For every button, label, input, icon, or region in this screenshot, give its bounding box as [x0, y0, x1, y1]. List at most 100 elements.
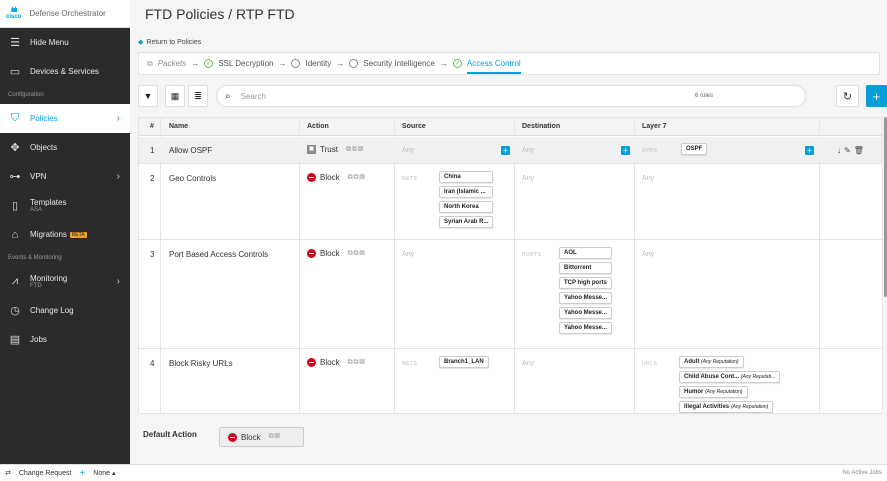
return-link[interactable]: ◆ Return to Policies	[138, 38, 201, 46]
objects-icon: ✥	[10, 142, 20, 154]
change-request-select[interactable]: None ▴	[93, 469, 115, 477]
port-tag[interactable]: AOL	[559, 247, 613, 259]
source-tag[interactable]: China	[439, 171, 494, 183]
trust-icon: ▣	[307, 145, 316, 154]
default-action-label: Default Action	[143, 430, 197, 439]
source-tag[interactable]: Syrian Arab R...	[439, 216, 494, 228]
clock-icon: ◷	[10, 305, 20, 317]
port-tag[interactable]: Yahoo Messe...	[559, 307, 613, 319]
change-request-icon: ⇄	[5, 470, 11, 477]
step-packets[interactable]: Packets	[158, 59, 186, 68]
page-title: FTD Policies / RTP FTD	[145, 6, 295, 22]
action-options-icon[interactable]: ⧉⧉▤	[346, 146, 364, 154]
url-tag[interactable]: Humor (Any Reputation)	[679, 386, 748, 398]
app-tag[interactable]: OSPF	[681, 143, 708, 155]
sidebar-item-vpn[interactable]: ⊶ VPN ›	[0, 162, 130, 191]
sidebar-item-change-log[interactable]: ◷ Change Log	[0, 296, 130, 325]
source-tag[interactable]: Iran (Islamic ...	[439, 186, 494, 198]
block-icon	[307, 173, 316, 182]
sidebar-item-devices[interactable]: ▭ Devices & Services	[0, 57, 130, 86]
chevron-right-icon: ›	[116, 276, 120, 287]
footer-bar: ⇄ Change Request + None ▴ No Active Jobs	[0, 464, 887, 481]
check-icon: ✓	[452, 59, 462, 68]
default-action-button[interactable]: Block ⧉▤	[219, 427, 304, 447]
step-security-intelligence[interactable]: Security Intelligence	[363, 59, 435, 68]
row-actions[interactable]: ↓✎🗑	[837, 146, 867, 155]
packets-icon: ⧉	[147, 58, 153, 68]
sidebar-item-monitoring[interactable]: ⩘ Monitoring FTD ›	[0, 267, 130, 296]
table-row[interactable]: 2 Geo Controls Block ⧉⧉▤ NETS China Iran …	[139, 165, 882, 240]
sidebar-item-templates[interactable]: ▯ Templates ASA	[0, 191, 130, 220]
rule-count: 6 rules	[695, 93, 714, 99]
refresh-button[interactable]: ↻	[836, 85, 859, 107]
table-row[interactable]: 1 Allow OSPF ▣ Trust ⧉⧉▤ Any + Any + APPS …	[139, 137, 882, 164]
section-configuration: Configuration	[8, 92, 44, 98]
action-options-icon[interactable]: ⧉▤	[269, 433, 281, 441]
action-options-icon[interactable]: ⧉⧉▤	[348, 250, 366, 258]
jobs-status: No Active Jobs	[842, 470, 882, 476]
grid-icon: ▦	[170, 90, 180, 101]
brand[interactable]: ılıılı cisco Defense Orchestrator	[0, 0, 130, 28]
port-tag[interactable]: Yahoo Messe...	[559, 292, 613, 304]
plus-icon: +	[872, 88, 881, 104]
sidebar-item-jobs[interactable]: ▤ Jobs	[0, 325, 130, 354]
rules-table: # Name Action Source Destination Layer 7…	[138, 117, 883, 414]
search-input[interactable]: ⌕ Search	[216, 85, 806, 107]
add-change-request-button[interactable]: +	[79, 468, 85, 479]
step-access-control[interactable]: Access Control	[466, 53, 521, 74]
grid-view-button[interactable]: ▦	[165, 85, 185, 107]
action-options-icon[interactable]: ⧉⧉▤	[348, 174, 366, 182]
main-content: FTD Policies / RTP FTD ◆ Return to Polici…	[130, 0, 887, 464]
step-ssl[interactable]: SSL Decryption	[218, 59, 273, 68]
pulse-icon: ⩘	[11, 275, 19, 287]
change-request-label[interactable]: Change Request	[19, 470, 72, 477]
port-tag[interactable]: Yahoo Messe...	[559, 322, 613, 334]
app-name: Defense Orchestrator	[29, 9, 106, 18]
sidebar-item-objects[interactable]: ✥ Objects	[0, 133, 130, 162]
template-icon: ▯	[11, 200, 19, 212]
sidebar-item-migrations[interactable]: ⌂ Migrations BETA	[0, 220, 130, 249]
add-destination-button[interactable]: +	[621, 146, 630, 155]
list-icon: ≣	[194, 90, 202, 101]
url-tag[interactable]: Illegal Activities (Any Reputation)	[679, 401, 774, 413]
hide-menu-button[interactable]: ☰ Hide Menu	[0, 28, 130, 57]
port-tag[interactable]: Bittorrent	[559, 262, 613, 274]
devices-icon: ▭	[9, 66, 21, 78]
hamburger-icon: ☰	[10, 37, 20, 49]
block-icon	[307, 249, 316, 258]
list-view-button[interactable]: ≣	[188, 85, 208, 107]
bank-icon: ⌂	[11, 228, 19, 241]
shield-icon: ⛉	[10, 112, 20, 124]
filter-button[interactable]: ▼	[138, 85, 158, 107]
add-layer7-button[interactable]: +	[805, 146, 814, 155]
source-tag[interactable]: North Korea	[439, 201, 494, 213]
sidebar: ılıılı cisco Defense Orchestrator ☰ Hide M…	[0, 0, 130, 464]
table-row[interactable]: 4 Block Risky URLs Block ⧉⧉▤ NETS Branch1…	[139, 350, 882, 413]
url-tag[interactable]: Adult (Any Reputation)	[679, 356, 744, 368]
policy-steps: ⧉ Packets → ✓ SSL Decryption → Identity …	[138, 52, 880, 75]
search-icon: ⌕	[225, 90, 231, 102]
step-identity[interactable]: Identity	[305, 59, 331, 68]
radio-icon	[291, 59, 301, 68]
cisco-logo: ılıılı cisco	[6, 6, 22, 20]
check-icon: ✓	[204, 59, 214, 68]
action-options-icon[interactable]: ⧉⧉▤	[348, 359, 366, 367]
radio-icon	[349, 59, 359, 68]
table-row[interactable]: 3 Port Based Access Controls Block ⧉⧉▤ An…	[139, 241, 882, 349]
sidebar-item-policies[interactable]: ⛉ Policies ›	[0, 104, 130, 133]
refresh-icon: ↻	[842, 90, 853, 103]
block-icon	[307, 358, 316, 367]
chevron-right-icon: ›	[116, 113, 120, 124]
toolbar: ▼ ▦ ≣	[138, 85, 208, 107]
source-tag[interactable]: Branch1_LAN	[439, 356, 489, 368]
vpn-icon: ⊶	[9, 171, 21, 183]
block-icon	[228, 432, 237, 442]
jobs-icon: ▤	[9, 334, 21, 346]
chevron-right-icon: ›	[116, 171, 120, 182]
add-rule-button[interactable]: +	[866, 85, 887, 107]
section-events: Events & Monitoring	[8, 255, 62, 261]
filter-icon: ▼	[143, 91, 153, 101]
port-tag[interactable]: TCP high ports	[559, 277, 613, 289]
url-tag[interactable]: Child Abuse Cont... (Any Reputati...	[679, 371, 781, 383]
add-source-button[interactable]: +	[501, 146, 510, 155]
